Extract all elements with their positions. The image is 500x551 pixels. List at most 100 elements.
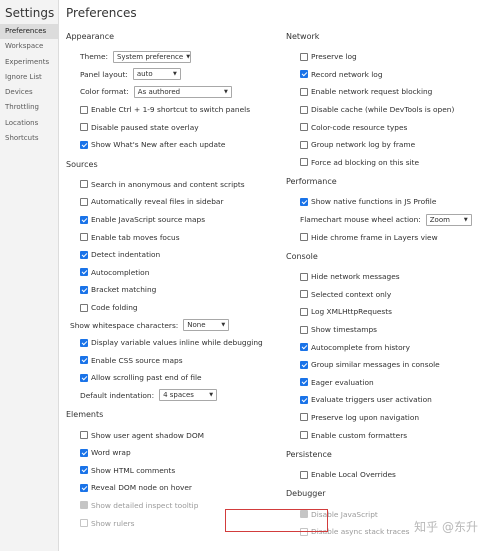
hide-chrome-frame-checkbox[interactable] <box>300 233 308 242</box>
selected-context-setting[interactable]: Selected context only <box>286 286 481 304</box>
enable-ctrl-shortcut-label: Enable Ctrl + 1-9 shortcut to switch pan… <box>91 105 251 115</box>
html-comments-checkbox[interactable] <box>80 466 88 475</box>
group-by-frame-checkbox[interactable] <box>300 140 308 149</box>
sidebar-item-devices[interactable]: Devices <box>0 85 58 100</box>
bracket-matching-setting[interactable]: Bracket matching <box>66 281 261 299</box>
request-blocking-setting[interactable]: Enable network request blocking <box>286 83 481 101</box>
disable-cache-checkbox[interactable] <box>300 105 308 114</box>
autocomplete-history-checkbox[interactable] <box>300 343 308 352</box>
bracket-matching-checkbox[interactable] <box>80 285 88 294</box>
word-wrap-checkbox[interactable] <box>80 448 88 457</box>
native-functions-setting[interactable]: Show native functions in JS Profile <box>286 193 481 211</box>
user-agent-shadow-checkbox[interactable] <box>80 431 88 440</box>
scroll-past-end-checkbox[interactable] <box>80 373 88 382</box>
sidebar-item-ignore-list[interactable]: Ignore List <box>0 70 58 85</box>
show-whats-new-checkbox[interactable] <box>80 140 88 149</box>
sidebar-item-experiments[interactable]: Experiments <box>0 55 58 70</box>
auto-reveal-label: Automatically reveal files in sidebar <box>91 197 224 207</box>
css-source-maps-checkbox[interactable] <box>80 356 88 365</box>
display-vars-inline-checkbox[interactable] <box>80 338 88 347</box>
preserve-nav-setting[interactable]: Preserve log upon navigation <box>286 409 481 427</box>
detect-indentation-setting[interactable]: Detect indentation <box>66 246 261 264</box>
preserve-log-setting[interactable]: Preserve log <box>286 48 481 66</box>
enable-ctrl-shortcut-checkbox[interactable] <box>80 105 88 114</box>
custom-formatters-setting[interactable]: Enable custom formatters <box>286 426 481 444</box>
native-functions-checkbox[interactable] <box>300 197 308 206</box>
enable-ctrl-shortcut-setting[interactable]: Enable Ctrl + 1-9 shortcut to switch pan… <box>66 101 261 119</box>
disable-cache-setting[interactable]: Disable cache (while DevTools is open) <box>286 101 481 119</box>
autocomplete-history-setting[interactable]: Autocomplete from history <box>286 338 481 356</box>
request-blocking-checkbox[interactable] <box>300 87 308 96</box>
group-similar-checkbox[interactable] <box>300 360 308 369</box>
search-anonymous-setting[interactable]: Search in anonymous and content scripts <box>66 176 261 194</box>
color-format-select[interactable]: As authored ▼ <box>133 85 232 98</box>
code-folding-checkbox[interactable] <box>80 303 88 312</box>
sidebar-item-shortcuts[interactable]: Shortcuts <box>0 131 58 146</box>
tab-moves-focus-setting[interactable]: Enable tab moves focus <box>66 228 261 246</box>
selected-context-checkbox[interactable] <box>300 290 308 299</box>
theme-select[interactable]: System preference ▼ <box>112 50 191 63</box>
flamechart-select[interactable]: Zoom ▼ <box>425 213 472 226</box>
record-log-setting[interactable]: Record network log <box>286 66 481 84</box>
local-overrides-label: Enable Local Overrides <box>311 470 396 480</box>
disable-paused-overlay-setting[interactable]: Disable paused state overlay <box>66 118 261 136</box>
timestamps-checkbox[interactable] <box>300 325 308 334</box>
js-source-maps-setting[interactable]: Enable JavaScript source maps <box>66 211 261 229</box>
local-overrides-checkbox[interactable] <box>300 470 308 479</box>
section-title-sources: Sources <box>66 159 98 169</box>
js-source-maps-checkbox[interactable] <box>80 215 88 224</box>
sidebar-item-locations[interactable]: Locations <box>0 116 58 131</box>
local-overrides-setting[interactable]: Enable Local Overrides <box>286 466 481 484</box>
color-code-setting[interactable]: Color-code resource types <box>286 118 481 136</box>
hide-network-setting[interactable]: Hide network messages <box>286 268 481 286</box>
user-agent-shadow-setting[interactable]: Show user agent shadow DOM <box>66 426 261 444</box>
force-ad-block-setting[interactable]: Force ad blocking on this site <box>286 154 481 172</box>
css-source-maps-setting[interactable]: Enable CSS source maps <box>66 352 261 370</box>
hide-network-checkbox[interactable] <box>300 272 308 281</box>
whitespace-select[interactable]: None ▼ <box>183 319 230 332</box>
custom-formatters-checkbox[interactable] <box>300 431 308 440</box>
eval-triggers-setting[interactable]: Evaluate triggers user activation <box>286 391 481 409</box>
group-by-frame-setting[interactable]: Group network log by frame <box>286 136 481 154</box>
force-ad-block-checkbox[interactable] <box>300 158 308 167</box>
display-vars-inline-setting[interactable]: Display variable values inline while deb… <box>66 334 263 352</box>
auto-reveal-checkbox[interactable] <box>80 197 88 206</box>
word-wrap-setting[interactable]: Word wrap <box>66 444 261 462</box>
code-folding-setting[interactable]: Code folding <box>66 299 261 317</box>
tab-moves-focus-checkbox[interactable] <box>80 233 88 242</box>
sources-section: Sources Search in anonymous and content … <box>66 158 263 405</box>
autocompletion-checkbox[interactable] <box>80 268 88 277</box>
hide-chrome-frame-setting[interactable]: Hide chrome frame in Layers view <box>286 228 481 246</box>
panel-layout-select[interactable]: auto ▼ <box>132 68 181 81</box>
section-title-elements: Elements <box>66 410 104 420</box>
color-code-checkbox[interactable] <box>300 123 308 132</box>
group-similar-setting[interactable]: Group similar messages in console <box>286 356 481 374</box>
preserve-nav-checkbox[interactable] <box>300 413 308 422</box>
autocompletion-setting[interactable]: Autocompletion <box>66 264 261 282</box>
hide-chrome-frame-label: Hide chrome frame in Layers view <box>311 232 438 242</box>
sidebar-item-throttling[interactable]: Throttling <box>0 100 58 115</box>
detect-indentation-checkbox[interactable] <box>80 250 88 259</box>
auto-reveal-setting[interactable]: Automatically reveal files in sidebar <box>66 193 261 211</box>
default-indentation-select[interactable]: 4 spaces ▼ <box>159 389 218 402</box>
timestamps-setting[interactable]: Show timestamps <box>286 321 481 339</box>
log-xhr-checkbox[interactable] <box>300 307 308 316</box>
scroll-past-end-setting[interactable]: Allow scrolling past end of file <box>66 369 261 387</box>
disable-paused-overlay-checkbox[interactable] <box>80 123 88 132</box>
hide-network-label: Hide network messages <box>311 272 400 282</box>
log-xhr-setting[interactable]: Log XMLHttpRequests <box>286 303 481 321</box>
eager-eval-setting[interactable]: Eager evaluation <box>286 374 481 392</box>
eval-triggers-checkbox[interactable] <box>300 395 308 404</box>
html-comments-setting[interactable]: Show HTML comments <box>66 461 261 479</box>
sidebar-item-preferences[interactable]: Preferences <box>0 24 58 40</box>
reveal-dom-checkbox[interactable] <box>80 483 88 492</box>
preserve-log-checkbox[interactable] <box>300 52 308 61</box>
show-whats-new-setting[interactable]: Show What's New after each update <box>66 136 261 154</box>
record-log-checkbox[interactable] <box>300 70 308 79</box>
sidebar-item-workspace[interactable]: Workspace <box>0 39 58 54</box>
search-anonymous-checkbox[interactable] <box>80 180 88 189</box>
reveal-dom-label: Reveal DOM node on hover <box>91 483 192 493</box>
force-ad-block-label: Force ad blocking on this site <box>311 157 420 167</box>
reveal-dom-setting[interactable]: Reveal DOM node on hover <box>66 479 261 497</box>
eager-eval-checkbox[interactable] <box>300 378 308 387</box>
